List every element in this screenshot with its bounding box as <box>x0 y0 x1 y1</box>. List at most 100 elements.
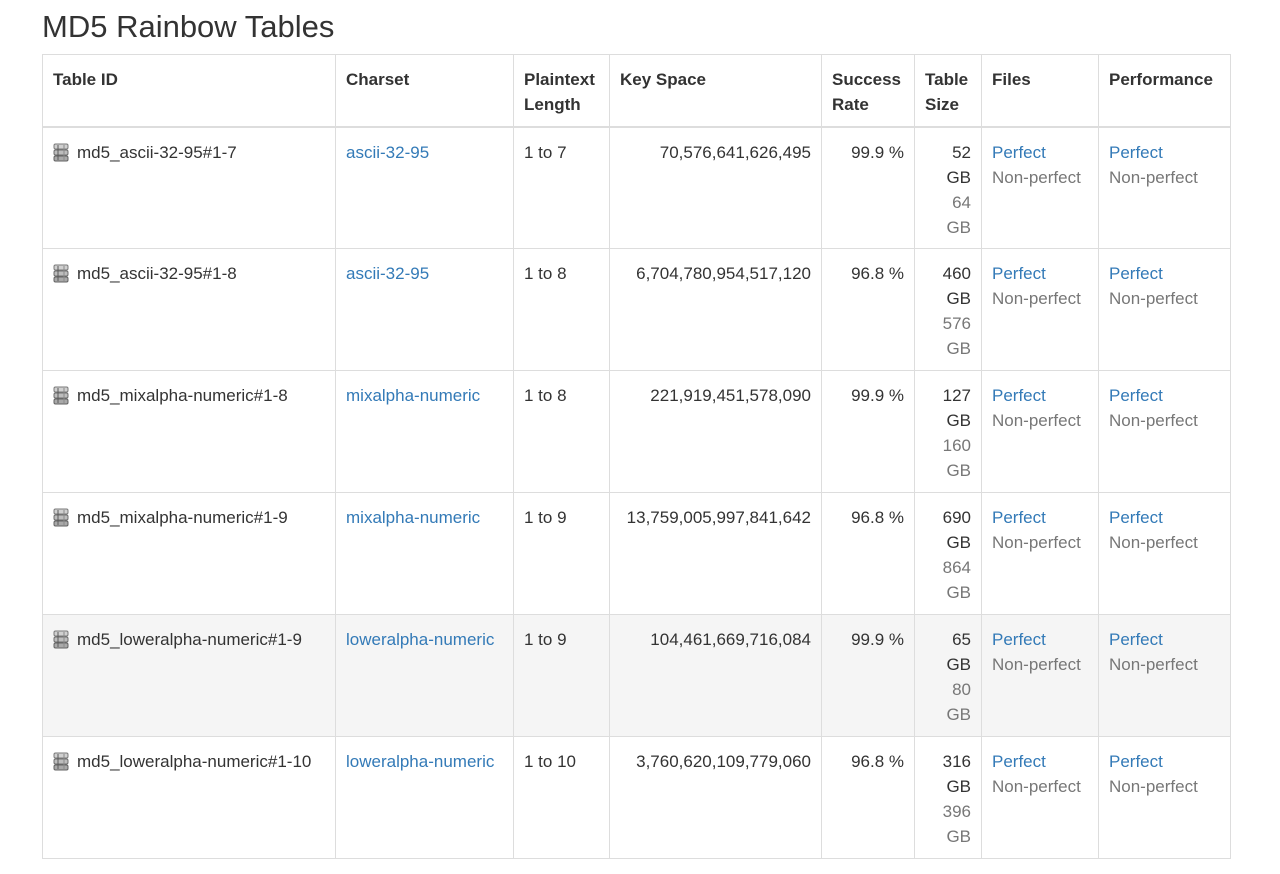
files-nonperfect-link[interactable]: Non-perfect <box>992 408 1088 433</box>
table-id-cell: md5_mixalpha-numeric#1-8 <box>42 370 336 493</box>
success-rate-cell: 99.9 % <box>821 370 915 493</box>
key-space-cell: 221,919,451,578,090 <box>609 370 822 493</box>
performance-nonperfect-link[interactable]: Non-perfect <box>1109 652 1220 677</box>
header-table-size: Table Size <box>914 54 982 128</box>
table-row: md5_loweralpha-numeric#1-10 loweralpha-n… <box>42 736 1231 859</box>
table-id-wrapper: md5_loweralpha-numeric#1-10 <box>53 749 325 774</box>
charset-cell: loweralpha-numeric <box>335 614 514 737</box>
length-cell: 1 to 7 <box>513 126 610 249</box>
files-nonperfect-link[interactable]: Non-perfect <box>992 165 1088 190</box>
success-rate-cell: 99.9 % <box>821 126 915 249</box>
header-plaintext-length: Plaintext Length <box>513 54 610 128</box>
files-cell: Perfect Non-perfect <box>981 126 1099 249</box>
table-size-cell: 690 GB 864 GB <box>914 492 982 615</box>
table-body: md5_ascii-32-95#1-7 ascii-32-95 1 to 7 7… <box>42 126 1231 859</box>
performance-perfect-link[interactable]: Perfect <box>1109 749 1220 774</box>
table-size-perfect: 460 GB <box>942 264 971 308</box>
key-space-cell: 3,760,620,109,779,060 <box>609 736 822 859</box>
performance-cell: Perfect Non-perfect <box>1098 370 1231 493</box>
charset-link[interactable]: mixalpha-numeric <box>346 508 480 527</box>
success-rate-cell: 96.8 % <box>821 492 915 615</box>
performance-perfect-link[interactable]: Perfect <box>1109 627 1220 652</box>
charset-cell: mixalpha-numeric <box>335 370 514 493</box>
key-space-cell: 6,704,780,954,517,120 <box>609 248 822 371</box>
files-perfect-link[interactable]: Perfect <box>992 261 1088 286</box>
files-cell: Perfect Non-perfect <box>981 736 1099 859</box>
table-size-nonperfect: 396 GB <box>942 802 971 846</box>
files-nonperfect-link[interactable]: Non-perfect <box>992 286 1088 311</box>
table-row: md5_loweralpha-numeric#1-9 loweralpha-nu… <box>42 614 1231 737</box>
files-cell: Perfect Non-perfect <box>981 614 1099 737</box>
database-icon <box>53 264 69 283</box>
table-size-cell: 460 GB 576 GB <box>914 248 982 371</box>
header-key-space: Key Space <box>609 54 822 128</box>
header-table-id: Table ID <box>42 54 336 128</box>
performance-cell: Perfect Non-perfect <box>1098 492 1231 615</box>
table-size-nonperfect: 576 GB <box>942 314 971 358</box>
table-row: md5_ascii-32-95#1-8 ascii-32-95 1 to 8 6… <box>42 248 1231 371</box>
charset-link[interactable]: ascii-32-95 <box>346 143 429 162</box>
page-title: MD5 Rainbow Tables <box>42 9 335 44</box>
length-cell: 1 to 9 <box>513 492 610 615</box>
length-cell: 1 to 10 <box>513 736 610 859</box>
performance-cell: Perfect Non-perfect <box>1098 736 1231 859</box>
charset-cell: mixalpha-numeric <box>335 492 514 615</box>
table-id-wrapper: md5_ascii-32-95#1-8 <box>53 261 325 286</box>
performance-nonperfect-link[interactable]: Non-perfect <box>1109 774 1220 799</box>
table-id-wrapper: md5_loweralpha-numeric#1-9 <box>53 627 325 652</box>
success-rate-cell: 96.8 % <box>821 736 915 859</box>
header-row: Table ID Charset Plaintext Length Key Sp… <box>42 54 1231 128</box>
files-perfect-link[interactable]: Perfect <box>992 383 1088 408</box>
table-size-nonperfect: 864 GB <box>942 558 971 602</box>
table-row: md5_mixalpha-numeric#1-9 mixalpha-numeri… <box>42 492 1231 615</box>
length-cell: 1 to 8 <box>513 370 610 493</box>
files-nonperfect-link[interactable]: Non-perfect <box>992 530 1088 555</box>
files-nonperfect-link[interactable]: Non-perfect <box>992 652 1088 677</box>
table-row: md5_ascii-32-95#1-7 ascii-32-95 1 to 7 7… <box>42 126 1231 249</box>
charset-link[interactable]: ascii-32-95 <box>346 264 429 283</box>
performance-perfect-link[interactable]: Perfect <box>1109 383 1220 408</box>
performance-perfect-link[interactable]: Perfect <box>1109 140 1220 165</box>
files-perfect-link[interactable]: Perfect <box>992 505 1088 530</box>
table-id-cell: md5_loweralpha-numeric#1-10 <box>42 736 336 859</box>
table-size-nonperfect: 80 GB <box>946 680 971 724</box>
table-id-cell: md5_loweralpha-numeric#1-9 <box>42 614 336 737</box>
table-size-nonperfect: 64 GB <box>946 192 971 237</box>
table-size-perfect: 690 GB <box>942 508 971 552</box>
charset-link[interactable]: loweralpha-numeric <box>346 752 494 771</box>
rainbow-tables-table: Table ID Charset Plaintext Length Key Sp… <box>42 54 1231 859</box>
performance-cell: Perfect Non-perfect <box>1098 614 1231 737</box>
table-size-perfect: 127 GB <box>942 386 971 430</box>
performance-nonperfect-link[interactable]: Non-perfect <box>1109 165 1220 190</box>
files-nonperfect-link[interactable]: Non-perfect <box>992 774 1088 799</box>
table-size-nonperfect: 160 GB <box>942 436 971 480</box>
table-size-perfect: 316 GB <box>942 752 971 796</box>
performance-nonperfect-link[interactable]: Non-perfect <box>1109 286 1220 311</box>
table-id-text: md5_ascii-32-95#1-8 <box>77 264 237 283</box>
files-perfect-link[interactable]: Perfect <box>992 749 1088 774</box>
charset-link[interactable]: loweralpha-numeric <box>346 630 494 649</box>
table-id-text: md5_loweralpha-numeric#1-10 <box>77 752 312 771</box>
length-cell: 1 to 9 <box>513 614 610 737</box>
header-success-rate: Success Rate <box>821 54 915 128</box>
table-id-cell: md5_ascii-32-95#1-8 <box>42 248 336 371</box>
table-header: Table ID Charset Plaintext Length Key Sp… <box>42 54 1231 128</box>
performance-perfect-link[interactable]: Perfect <box>1109 505 1220 530</box>
database-icon <box>53 630 69 649</box>
charset-link[interactable]: mixalpha-numeric <box>346 386 480 405</box>
success-rate-cell: 99.9 % <box>821 614 915 737</box>
table-size-perfect: 65 GB <box>946 630 971 674</box>
table-id-wrapper: md5_mixalpha-numeric#1-8 <box>53 383 325 408</box>
charset-cell: ascii-32-95 <box>335 126 514 249</box>
performance-perfect-link[interactable]: Perfect <box>1109 261 1220 286</box>
files-perfect-link[interactable]: Perfect <box>992 140 1088 165</box>
header-performance: Performance <box>1098 54 1231 128</box>
files-perfect-link[interactable]: Perfect <box>992 627 1088 652</box>
performance-nonperfect-link[interactable]: Non-perfect <box>1109 408 1220 433</box>
table-size-cell: 127 GB 160 GB <box>914 370 982 493</box>
table-id-text: md5_mixalpha-numeric#1-8 <box>77 386 288 405</box>
table-id-wrapper: md5_ascii-32-95#1-7 <box>53 140 325 165</box>
performance-cell: Perfect Non-perfect <box>1098 248 1231 371</box>
table-size-cell: 316 GB 396 GB <box>914 736 982 859</box>
performance-nonperfect-link[interactable]: Non-perfect <box>1109 530 1220 555</box>
